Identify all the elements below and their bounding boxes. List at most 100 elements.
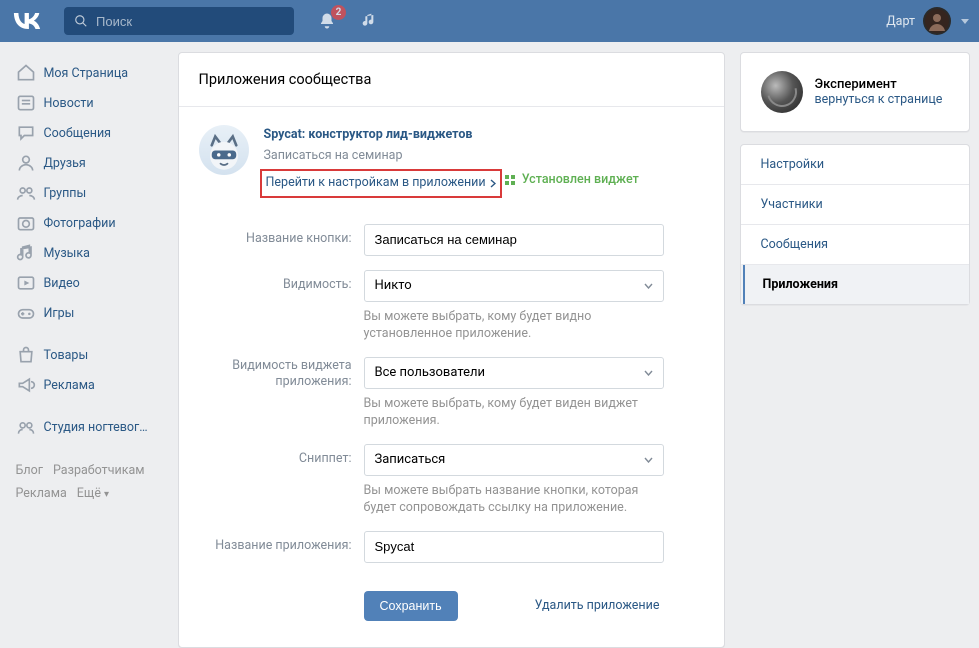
select-widget-visibility[interactable]: Все пользователи [364,357,664,389]
back-to-page-link[interactable]: вернуться к странице [815,92,943,107]
label-button-name: Название кнопки: [199,224,364,246]
home-icon [16,63,36,83]
app-subtitle: Записаться на семинар [264,146,639,167]
nav-label: Новости [44,96,94,111]
select-widget-visibility-value: Все пользователи [375,365,486,380]
nav-label: Игры [44,306,75,321]
chevron-down-icon [644,370,653,376]
nav-ads[interactable]: Реклама [10,370,174,400]
friends-icon [16,153,36,173]
side-nav-item[interactable]: Сообщения [741,224,969,264]
select-snippet-value: Записаться [375,452,446,467]
profile-menu[interactable]: Дарт [886,7,969,35]
header-icons: 2 [318,11,378,31]
music-icon [362,12,378,30]
footer-link[interactable]: Реклама [16,483,67,506]
market-icon [16,345,36,365]
nav-label: Товары [44,348,89,363]
app-settings-link-label: Перейти к настройкам в приложении [266,173,486,194]
cat-icon [203,133,245,175]
video-icon [16,273,36,293]
footer-link[interactable]: Разработчикам [53,460,145,483]
left-nav: Моя Страница Новости Сообщения Друзья Группы… [10,52,174,648]
photos-icon [16,213,36,233]
nav-footer: Блог РазработчикамРеклама Ещё▾ [10,460,174,505]
select-snippet[interactable]: Записаться [364,444,664,476]
side-nav-item[interactable]: Участники [741,184,969,224]
label-visibility: Видимость: [199,270,364,292]
vk-logo[interactable] [10,10,44,32]
search-box[interactable] [64,7,294,35]
check-grid-icon [505,175,516,186]
label-app-name: Название приложения: [199,531,364,553]
nav-label: Студия ногтевог… [44,420,148,435]
nav-photos[interactable]: Фотографии [10,208,174,238]
hint-visibility: Вы можете выбрать, кому будет видно уста… [364,302,664,343]
chevron-down-icon [644,457,653,463]
search-icon [74,14,88,28]
notifications-button[interactable]: 2 [318,11,336,31]
nav-label: Фотографии [44,216,116,231]
hint-widget-visibility: Вы можете выбрать, кому будет виден видж… [364,389,664,430]
app-install-status: Установлен виджет [505,166,639,191]
app-avatar [199,125,249,175]
label-snippet: Сниппет: [199,444,364,466]
app-form: Название кнопки: Видимость: Никто Вы мож… [179,204,724,647]
nav-games[interactable]: Игры [10,298,174,328]
page-title: Приложения сообщества [199,71,704,88]
community-avatar[interactable] [761,71,803,113]
nav-label: Реклама [44,378,95,393]
app-install-label: Установлен виджет [522,170,639,191]
footer-link[interactable]: Ещё▾ [77,483,109,506]
notif-badge: 2 [331,5,346,20]
label-widget-visibility: Видимость виджета приложения: [199,357,364,391]
nav-video[interactable]: Видео [10,268,174,298]
nav-music[interactable]: Музыка [10,238,174,268]
side-nav-item[interactable]: Настройки [741,145,969,184]
nav-friends[interactable]: Друзья [10,148,174,178]
footer-link[interactable]: Блог [16,460,43,483]
chevron-down-icon [644,283,653,289]
highlight-settings-link: Перейти к настройкам в приложении [260,169,502,198]
groups-icon [16,183,36,203]
community-title: Эксперимент [815,77,943,92]
nav-label: Сообщения [44,126,112,141]
nav-home[interactable]: Моя Страница [10,58,174,88]
nav-label: Группы [44,186,87,201]
nav-messages[interactable]: Сообщения [10,118,174,148]
top-header: 2 Дарт [0,0,979,42]
messages-icon [16,123,36,143]
nav-market[interactable]: Товары [10,340,174,370]
select-visibility-value: Никто [375,278,412,293]
hint-snippet: Вы можете выбрать название кнопки, котор… [364,476,664,517]
side-nav-item[interactable]: Приложения [741,264,969,304]
music-icon [16,243,36,263]
avatar [923,7,951,35]
profile-name: Дарт [886,14,915,29]
community-icon [16,417,36,437]
app-name[interactable]: Spycat: конструктор лид-виджетов [264,125,639,146]
app-settings-link[interactable]: Перейти к настройкам в приложении [266,173,496,194]
ads-icon [16,375,36,395]
select-visibility[interactable]: Никто [364,270,664,302]
nav-label: Видео [44,276,80,291]
nav-label: Моя Страница [44,66,129,81]
input-button-name[interactable] [364,224,664,256]
chevron-down-icon [961,19,969,24]
search-input[interactable] [96,14,284,29]
nav-news[interactable]: Новости [10,88,174,118]
nav-label: Друзья [44,156,86,171]
games-icon [16,303,36,323]
chevron-right-icon [490,179,496,188]
input-app-name[interactable] [364,531,664,563]
vk-logo-icon [13,13,41,29]
nav-groups[interactable]: Группы [10,178,174,208]
nav-community[interactable]: Студия ногтевог… [10,412,174,442]
music-button[interactable] [362,12,378,30]
nav-label: Музыка [44,246,90,261]
app-block: Spycat: конструктор лид-виджетов Записат… [179,107,724,204]
save-button[interactable]: Сохранить [364,591,458,621]
delete-app-link[interactable]: Удалить приложение [535,598,664,613]
side-nav: НастройкиУчастникиСообщенияПриложения [740,144,970,305]
news-icon [16,93,36,113]
